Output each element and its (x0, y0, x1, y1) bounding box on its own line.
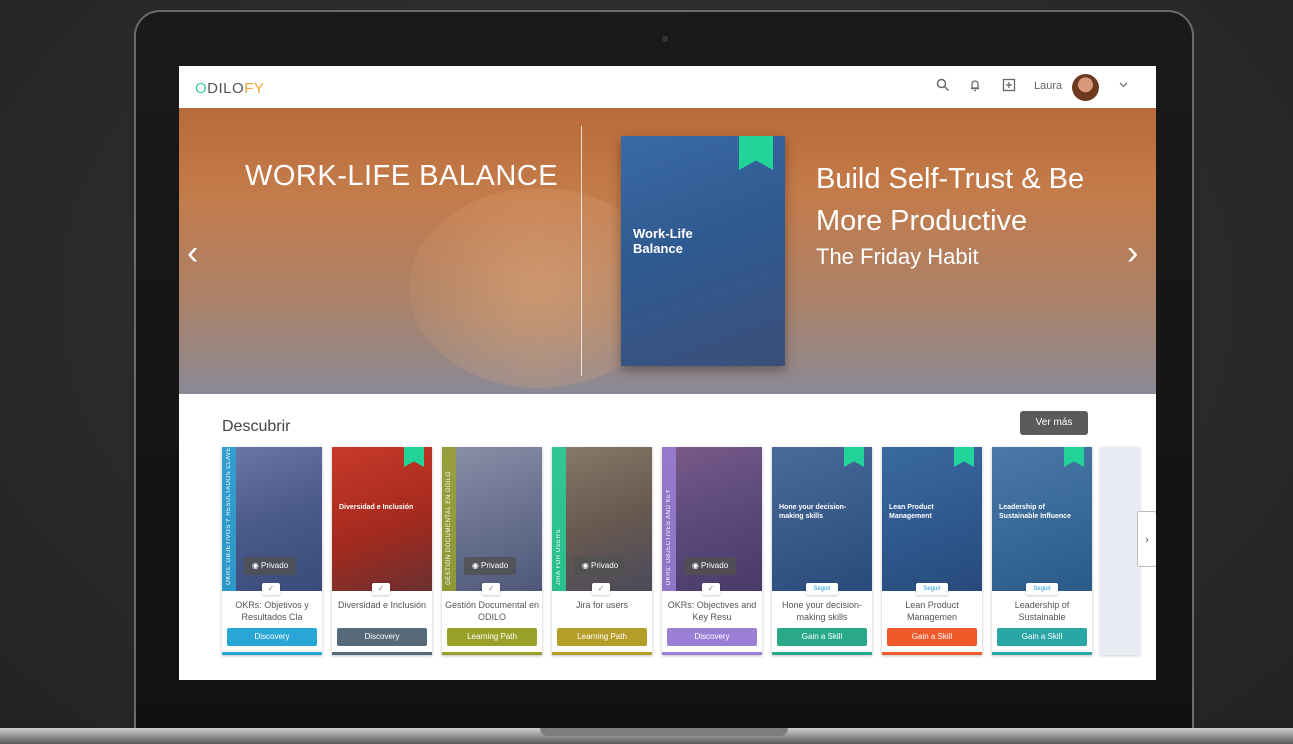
bookmark-icon (739, 136, 773, 170)
bookmark-icon (404, 447, 424, 467)
course-card[interactable]: Lean Product Management Seguir Lean Produc… (882, 447, 982, 655)
laptop-notch (540, 728, 788, 736)
private-badge: ◉ Privado (684, 557, 736, 575)
check-icon[interactable]: ✓ (372, 583, 390, 595)
cover-title: Work-Life Balance (633, 226, 693, 256)
cover-title: Leadership of Sustainable Influence (999, 504, 1071, 520)
course-cover[interactable]: Hone your decision-making skills (772, 447, 872, 591)
course-type-badge: Gain a Skill (887, 628, 977, 646)
cover-title: Lean Product Management (889, 504, 934, 520)
course-title[interactable]: Lean Product Managemen (884, 599, 980, 623)
ver-mas-button[interactable]: Ver más (1020, 411, 1088, 435)
carousel-next-icon[interactable]: › (1127, 234, 1138, 273)
avatar[interactable] (1072, 74, 1099, 101)
course-cover[interactable]: Leadership of Sustainable Influence (992, 447, 1092, 591)
logo-o: O (195, 80, 208, 97)
top-bar: ODILOFY Laura (179, 66, 1156, 108)
course-type-badge: Learning Path (557, 628, 647, 646)
cover-spine-text: OKRs: OBJECTIVES AND KEY (666, 488, 672, 585)
course-title[interactable]: Leadership of Sustainable (994, 599, 1090, 623)
course-card[interactable]: OKRs: OBJETIVOS Y RESULTADOS CLAVE ◉ Priv… (222, 447, 322, 655)
collection-title[interactable]: WORK-LIFE BALANCE (245, 160, 558, 193)
course-type-badge: Discovery (227, 628, 317, 646)
follow-button[interactable]: Seguir (916, 583, 948, 595)
course-card-partial[interactable] (1100, 447, 1140, 655)
course-title[interactable]: OKRs: Objectives and Key Resu (664, 599, 760, 623)
chevron-right-icon[interactable]: › (1137, 511, 1156, 567)
course-cover[interactable]: Diversidad e Inclusión (332, 447, 432, 591)
hero-carousel: WORK-LIFE BALANCE Work-Life Balance Buil… (179, 108, 1156, 394)
cover-spine-text: JIRA FOR USERS (556, 528, 562, 585)
bookmark-icon (844, 447, 864, 467)
logo-dilo: DILO (207, 80, 245, 97)
bell-icon[interactable] (967, 78, 983, 94)
check-icon[interactable]: ✓ (482, 583, 500, 595)
check-icon[interactable]: ✓ (702, 583, 720, 595)
course-type-badge: Gain a Skill (997, 628, 1087, 646)
private-badge: ◉ Privado (574, 557, 626, 575)
course-card[interactable]: JIRA FOR USERS ◉ Privado ✓ Jira for users Le… (552, 447, 652, 655)
course-card[interactable]: Hone your decision-making skills Seguir Ho… (772, 447, 872, 655)
cover-spine-text: GESTIÓN DOCUMENTAL EN ODILO (446, 471, 452, 585)
course-title[interactable]: Gestión Documental en ODILO (444, 599, 540, 623)
cover-title: Diversidad e Inclusión (339, 504, 414, 511)
course-cover[interactable]: JIRA FOR USERS ◉ Privado (552, 447, 652, 591)
carousel-prev-icon[interactable]: ‹ (187, 234, 198, 273)
cover-spine-text: OKRs: OBJETIVOS Y RESULTADOS CLAVE (226, 447, 232, 585)
hero-divider (581, 126, 582, 376)
hero-book-title[interactable]: Build Self-Trust & Be More Productive (816, 158, 1146, 242)
course-type-badge: Discovery (667, 628, 757, 646)
card-accent-bar (882, 652, 982, 655)
course-card[interactable]: OKRs: OBJECTIVES AND KEY ◉ Privado ✓ OKRs: … (662, 447, 762, 655)
cover-title: Hone your decision-making skills (779, 504, 847, 520)
follow-button[interactable]: Seguir (806, 583, 838, 595)
private-badge: ◉ Privado (464, 557, 516, 575)
course-cover[interactable]: OKRs: OBJETIVOS Y RESULTADOS CLAVE ◉ Priv… (222, 447, 322, 591)
follow-button[interactable]: Seguir (1026, 583, 1058, 595)
hero-book-subtitle: The Friday Habit (816, 244, 979, 269)
add-square-icon[interactable] (1001, 78, 1017, 94)
course-type-badge: Gain a Skill (777, 628, 867, 646)
course-type-badge: Learning Path (447, 628, 537, 646)
check-icon[interactable]: ✓ (592, 583, 610, 595)
card-accent-bar (552, 652, 652, 655)
user-name[interactable]: Laura (1034, 80, 1062, 92)
card-accent-bar (662, 652, 762, 655)
course-card[interactable]: Leadership of Sustainable Influence Segui… (992, 447, 1092, 655)
bookmark-icon (1064, 447, 1084, 467)
card-accent-bar (992, 652, 1092, 655)
course-cover[interactable]: Lean Product Management (882, 447, 982, 591)
private-badge: ◉ Privado (244, 557, 296, 575)
course-title[interactable]: OKRs: Objetivos y Resultados Cla (224, 599, 320, 623)
card-row: OKRs: OBJETIVOS Y RESULTADOS CLAVE ◉ Priv… (222, 447, 1156, 657)
search-icon[interactable] (935, 78, 951, 94)
card-accent-bar (772, 652, 872, 655)
odilofy-logo[interactable]: ODILOFY (195, 80, 264, 97)
section-title: Descubrir (222, 418, 291, 435)
chevron-down-icon[interactable] (1119, 80, 1128, 91)
check-icon[interactable]: ✓ (262, 583, 280, 595)
course-card[interactable]: Diversidad e Inclusión ✓ Diversidad e Incl… (332, 447, 432, 655)
app-screen: ODILOFY Laura WORK-LIFE BALANCE Work-Lif… (179, 66, 1156, 680)
webcam (662, 36, 668, 42)
course-title[interactable]: Hone your decision-making skills (774, 599, 870, 623)
course-cover[interactable]: OKRs: OBJECTIVES AND KEY ◉ Privado (662, 447, 762, 591)
bookmark-icon (954, 447, 974, 467)
card-accent-bar (442, 652, 542, 655)
hero-book-cover[interactable]: Work-Life Balance (621, 136, 785, 366)
course-cover[interactable]: GESTIÓN DOCUMENTAL EN ODILO ◉ Privado (442, 447, 542, 591)
course-title[interactable]: Diversidad e Inclusión (334, 599, 430, 623)
card-accent-bar (332, 652, 432, 655)
card-accent-bar (222, 652, 322, 655)
logo-fy: FY (244, 80, 265, 97)
course-card[interactable]: GESTIÓN DOCUMENTAL EN ODILO ◉ Privado ✓ Ges… (442, 447, 542, 655)
course-type-badge: Discovery (337, 628, 427, 646)
course-title[interactable]: Jira for users (554, 599, 650, 623)
